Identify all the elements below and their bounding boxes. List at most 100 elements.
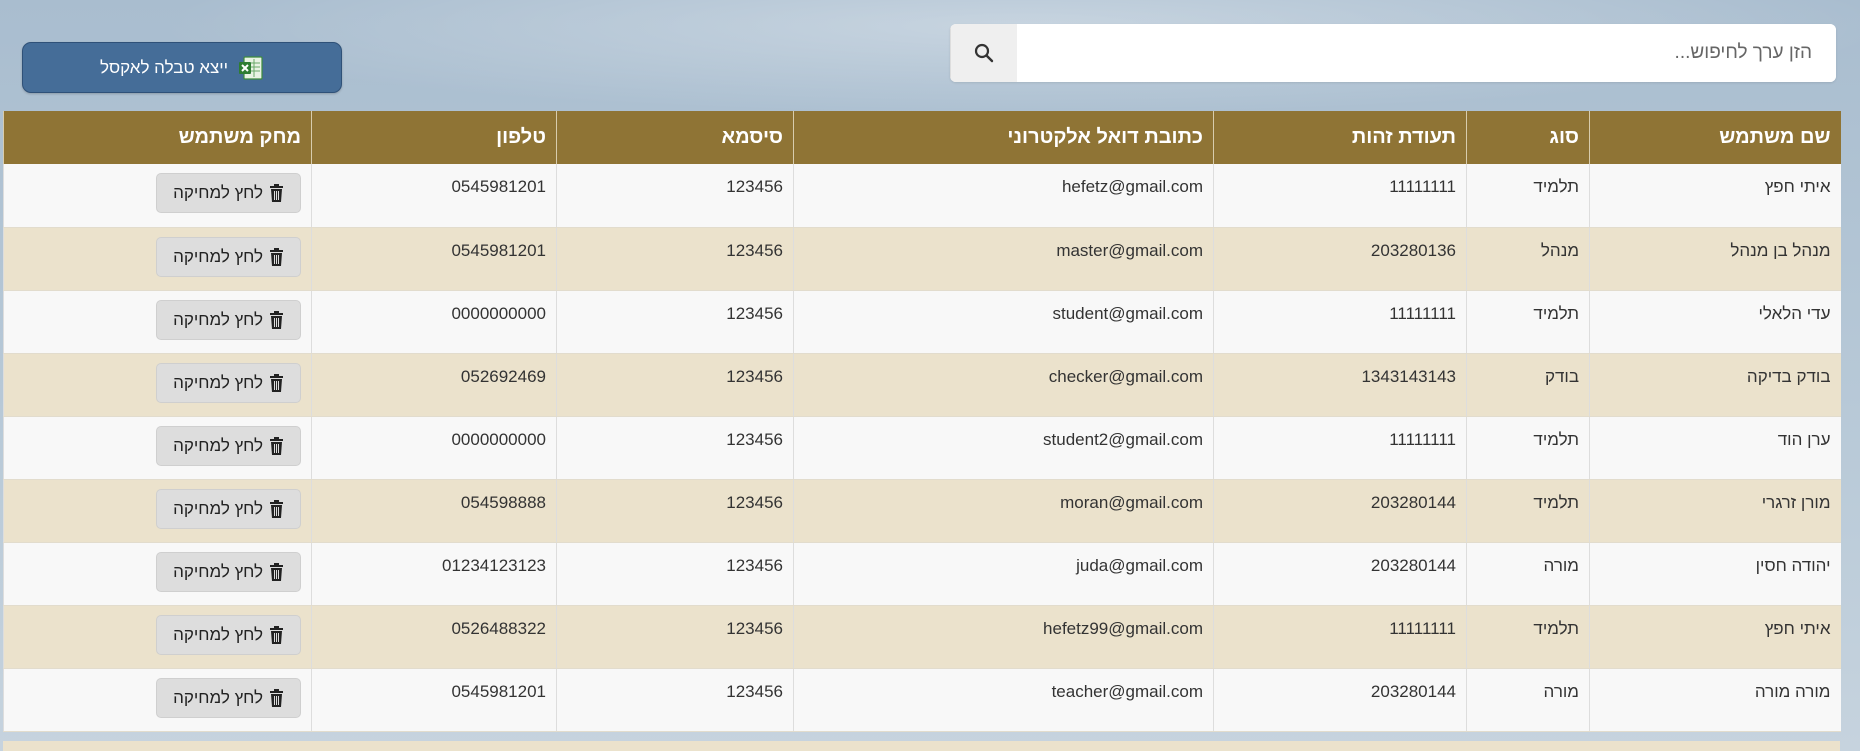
user-email: student2@gmail.com xyxy=(793,416,1214,480)
delete-user-button[interactable]: לחץ למחיקה xyxy=(156,236,301,277)
delete-label: לחץ למחיקה xyxy=(173,624,263,644)
user-id: 203280144 xyxy=(1213,479,1467,543)
user-id: 11111111 xyxy=(1213,605,1467,669)
user-password: 123456 xyxy=(556,668,794,732)
user-id: 11111111 xyxy=(1213,416,1467,480)
delete-cell: לחץ למחיקה xyxy=(3,668,312,732)
delete-label: לחץ למחיקה xyxy=(173,498,263,518)
delete-cell: לחץ למחיקה xyxy=(3,227,312,291)
header-password[interactable]: סיסמא xyxy=(556,111,794,164)
delete-cell: לחץ למחיקה xyxy=(3,605,312,669)
user-type: תלמיד xyxy=(1466,164,1590,228)
user-name-link[interactable]: בודק בדיקה xyxy=(1589,353,1841,417)
user-type: תלמיד xyxy=(1466,290,1590,354)
user-email: hefetz@gmail.com xyxy=(793,164,1214,228)
header-phone[interactable]: טלפון xyxy=(311,111,557,164)
table-header-row: שם משתמש סוג תעודת זהות כתובת דואל אלקטר… xyxy=(3,111,1841,164)
user-type: תלמיד xyxy=(1466,605,1590,669)
export-label: ייצא טבלה לאקסל xyxy=(99,57,229,77)
delete-label: לחץ למחיקה xyxy=(173,246,263,266)
users-table: שם משתמש סוג תעודת זהות כתובת דואל אלקטר… xyxy=(3,111,1841,732)
user-phone: 0545981201 xyxy=(311,227,557,291)
trash-icon xyxy=(270,625,283,644)
user-password: 123456 xyxy=(556,290,794,354)
header-type[interactable]: סוג xyxy=(1466,111,1590,164)
delete-user-button[interactable]: לחץ למחיקה xyxy=(156,677,301,718)
delete-user-button[interactable]: לחץ למחיקה xyxy=(156,362,301,403)
user-email: student@gmail.com xyxy=(793,290,1214,354)
user-password: 123456 xyxy=(556,164,794,228)
table-row: מנהל בן מנהל מנהל 203280136 master@gmail.co… xyxy=(3,227,1841,291)
delete-label: לחץ למחיקה xyxy=(173,309,263,329)
user-name-link[interactable]: מורן זרגרי xyxy=(1589,479,1841,543)
user-id: 11111111 xyxy=(1213,164,1467,228)
user-name-link[interactable]: מנהל בן מנהל xyxy=(1589,227,1841,291)
user-id: 1343143143 xyxy=(1213,353,1467,417)
table-row: מורה מורה מורה 203280144 teacher@gmail.com 1… xyxy=(3,668,1841,732)
table-row: בודק בדיקה בודק 1343143143 checker@gmail.co… xyxy=(3,353,1841,417)
user-type: תלמיד xyxy=(1466,416,1590,480)
table-row: ערן הוד תלמיד 11111111 student2@gmail.com 12… xyxy=(3,416,1841,480)
user-password: 123456 xyxy=(556,542,794,606)
user-phone: 0545981201 xyxy=(311,164,557,228)
user-email: juda@gmail.com xyxy=(793,542,1214,606)
delete-user-button[interactable]: לחץ למחיקה xyxy=(156,173,301,213)
user-phone: 0000000000 xyxy=(311,416,557,480)
delete-label: לחץ למחיקה xyxy=(173,435,263,455)
user-email: moran@gmail.com xyxy=(793,479,1214,543)
user-type: מורה xyxy=(1466,668,1590,732)
header-id[interactable]: תעודת זהות xyxy=(1213,111,1467,164)
search-input[interactable] xyxy=(1017,24,1836,82)
delete-label: לחץ למחיקה xyxy=(173,687,263,707)
user-name-link[interactable]: עדי הלאלי xyxy=(1589,290,1841,354)
user-password: 123456 xyxy=(556,227,794,291)
user-email: teacher@gmail.com xyxy=(793,668,1214,732)
user-phone: 0545981201 xyxy=(311,668,557,732)
user-password: 123456 xyxy=(556,479,794,543)
user-name-link[interactable]: איתי חפץ xyxy=(1589,164,1841,228)
user-type: מורה xyxy=(1466,542,1590,606)
delete-cell: לחץ למחיקה xyxy=(3,353,312,417)
user-phone: 01234123123 xyxy=(311,542,557,606)
table-row: איתי חפץ תלמיד 11111111 hefetz@gmail.com 123… xyxy=(3,164,1841,228)
user-name-link[interactable]: ערן הוד xyxy=(1589,416,1841,480)
trash-icon xyxy=(270,562,283,581)
user-phone: 0000000000 xyxy=(311,290,557,354)
user-password: 123456 xyxy=(556,416,794,480)
table-row: עדי הלאלי תלמיד 11111111 student@gmail.com 1… xyxy=(3,290,1841,354)
user-type: בודק xyxy=(1466,353,1590,417)
trash-icon xyxy=(270,436,283,455)
trash-icon xyxy=(270,688,283,707)
user-name-link[interactable]: יהודה חסין xyxy=(1589,542,1841,606)
delete-cell: לחץ למחיקה xyxy=(3,290,312,354)
trash-icon xyxy=(270,247,283,266)
user-phone: 052692469 xyxy=(311,353,557,417)
table-next-row-edge xyxy=(3,741,1840,751)
user-id: 11111111 xyxy=(1213,290,1467,354)
excel-icon xyxy=(239,55,263,80)
delete-user-button[interactable]: לחץ למחיקה xyxy=(156,614,301,655)
user-name-link[interactable]: איתי חפץ xyxy=(1589,605,1841,669)
header-name[interactable]: שם משתמש xyxy=(1589,111,1841,164)
delete-label: לחץ למחיקה xyxy=(173,372,263,392)
user-phone: 0526488322 xyxy=(311,605,557,669)
trash-icon xyxy=(270,499,283,518)
delete-user-button[interactable]: לחץ למחיקה xyxy=(156,425,301,466)
search-button[interactable] xyxy=(950,24,1017,82)
user-type: תלמיד xyxy=(1466,479,1590,543)
delete-user-button[interactable]: לחץ למחיקה xyxy=(156,551,301,592)
delete-cell: לחץ למחיקה xyxy=(3,479,312,543)
user-id: 203280136 xyxy=(1213,227,1467,291)
delete-user-button[interactable]: לחץ למחיקה xyxy=(156,299,301,340)
user-email: hefetz99@gmail.com xyxy=(793,605,1214,669)
export-excel-button[interactable]: ייצא טבלה לאקסל xyxy=(22,42,342,93)
delete-user-button[interactable]: לחץ למחיקה xyxy=(156,488,301,529)
user-email: checker@gmail.com xyxy=(793,353,1214,417)
user-name-link[interactable]: מורה מורה xyxy=(1589,668,1841,732)
user-id: 203280144 xyxy=(1213,542,1467,606)
header-email[interactable]: כתובת דואל אלקטרוני xyxy=(793,111,1214,164)
trash-icon xyxy=(270,310,283,329)
table-row: יהודה חסין מורה 203280144 juda@gmail.com 123… xyxy=(3,542,1841,606)
user-type: מנהל xyxy=(1466,227,1590,291)
delete-cell: לחץ למחיקה xyxy=(3,416,312,480)
